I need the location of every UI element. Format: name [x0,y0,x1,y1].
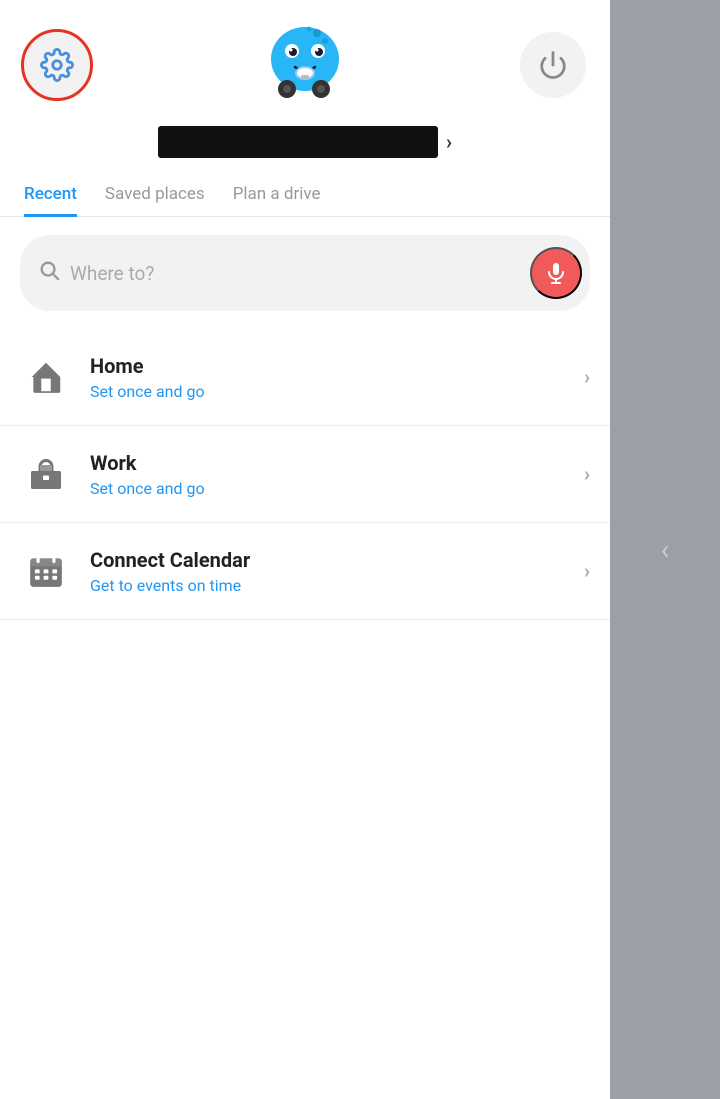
search-icon [38,259,60,287]
tab-recent[interactable]: Recent [24,174,77,217]
home-item-text: Home Set once and go [90,353,566,401]
calendar-item-text: Connect Calendar Get to events on time [90,547,566,595]
calendar-chevron-icon: › [584,559,590,583]
home-chevron-icon: › [584,365,590,389]
waze-logo [260,20,350,110]
home-subtitle: Set once and go [90,382,566,401]
voice-search-button[interactable] [530,247,582,299]
header [0,0,610,122]
power-button[interactable] [520,32,586,98]
main-panel: › Recent Saved places Plan a drive Where… [0,0,610,1099]
search-bar[interactable]: Where to? [20,235,590,311]
search-placeholder[interactable]: Where to? [70,262,520,285]
username-row[interactable]: › [0,122,610,174]
waze-character [265,21,345,109]
username-redacted [158,126,438,158]
home-icon [20,351,72,403]
calendar-subtitle: Get to events on time [90,576,566,595]
work-title: Work [90,450,566,476]
calendar-title: Connect Calendar [90,547,566,573]
work-subtitle: Set once and go [90,479,566,498]
tab-saved-places[interactable]: Saved places [105,174,205,217]
list-section: Home Set once and go › Work Set once and… [0,329,610,1099]
username-arrow: › [446,130,452,154]
list-item-work[interactable]: Work Set once and go › [0,426,610,523]
settings-button[interactable] [24,32,90,98]
work-chevron-icon: › [584,462,590,486]
search-section: Where to? [0,217,610,329]
home-title: Home [90,353,566,379]
list-item-calendar[interactable]: Connect Calendar Get to events on time › [0,523,610,620]
side-panel: ‹ [610,0,720,1099]
collapse-chevron-icon[interactable]: ‹ [661,533,669,566]
calendar-icon [20,545,72,597]
gear-icon [40,48,74,82]
tabs-container: Recent Saved places Plan a drive [0,174,610,217]
list-item-home[interactable]: Home Set once and go › [0,329,610,426]
mic-icon [544,261,568,285]
work-icon [20,448,72,500]
work-item-text: Work Set once and go [90,450,566,498]
tab-plan-drive[interactable]: Plan a drive [233,174,321,217]
power-icon [538,50,568,80]
